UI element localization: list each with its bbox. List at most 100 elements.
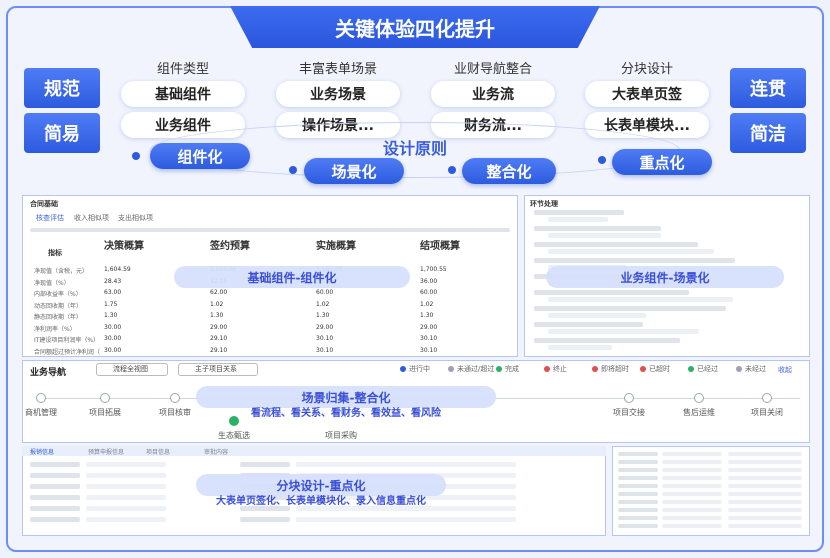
step-line [534,338,680,343]
list-col [728,468,802,472]
list-col [728,492,802,496]
step-detail [548,217,608,222]
right-label-coherent: 连贯 [730,68,806,108]
table-cell: 29.00 [420,323,438,331]
flow-node-label: 项目拓展 [89,408,121,417]
project-relation-button[interactable]: 主子项目关系 [178,363,258,376]
table-cell: 1.02 [420,300,434,308]
table-cell: 63.00 [104,289,122,296]
flow-node-icon [694,393,704,403]
col-completion: 结项概算 [420,241,460,252]
field-label [30,462,80,467]
legend-label: 终止 [553,365,567,373]
tab-income[interactable]: 收入相似项 [74,213,109,223]
table-cell: 1.75 [104,300,118,308]
table-cell: 30.10 [316,335,334,342]
overlay-business: 业务组件-场景化 [546,266,784,288]
legend-dot [736,366,742,372]
row-label: 净利润率（%） [34,325,76,333]
legend-label: 已经过 [697,365,718,373]
overlay-scene-subtitle: 看流程、看关系、看财务、看效益、看风险 [251,408,441,419]
legend-label: 即将超时 [601,365,629,373]
table-cell: 29.00 [210,323,228,331]
field-input[interactable] [86,495,166,500]
field-label [30,484,80,489]
category-label-block: 分块设计 [620,62,673,77]
basic-panel-header: 合同基础 [30,200,58,208]
table-cell: 29.10 [210,346,228,354]
field-label [240,517,290,522]
field-input[interactable] [296,462,516,467]
design-principle-label: 设计原则 [382,139,447,158]
field-input[interactable] [86,517,166,522]
list-col [618,460,658,464]
list-col [728,500,802,504]
flow-node-icon [170,393,180,403]
list-col [728,452,802,456]
right-label-concise: 简洁 [730,113,806,153]
list-col [662,452,722,456]
step-detail [548,329,699,334]
step-line [534,290,689,295]
list-col [618,492,658,496]
legend-dot [448,366,454,372]
list-col [662,508,722,512]
field-label [30,495,80,500]
table-cell: 1.30 [104,312,118,319]
list-col [662,468,722,472]
flow-node-label: 售后运维 [683,408,715,417]
principle-focus: 重点化 [612,149,712,175]
table-cell: 1.30 [210,312,224,319]
form-tab[interactable]: 报销信息 [30,447,54,456]
row-label: IT建设项目利润率（%） [34,337,100,344]
pill-basic-component: 基础组件 [121,81,245,107]
list-col [728,524,802,528]
form-tab[interactable]: 项目信息 [146,447,170,456]
field-input[interactable] [86,462,166,467]
table-cell: 30.00 [104,346,122,354]
overlay-block-subtitle: 大表单页签化、长表单模块化、录入信息重点化 [216,496,426,507]
legend-label: 已超时 [649,365,670,373]
list-col [662,524,722,528]
table-cell: 28.43 [104,277,122,285]
table-cell: 1.30 [316,312,330,319]
filter-bar [30,228,510,232]
step-line [534,322,643,327]
collapse-link[interactable]: 收起 [778,365,792,375]
step-line [534,242,698,247]
branch-node-label: 项目采购 [325,431,357,440]
form-tab[interactable]: 预算申报信息 [88,447,124,456]
tab-expense[interactable]: 支出相似项 [118,213,153,223]
table-cell: 60.00 [420,289,438,296]
field-input[interactable] [86,473,166,478]
list-col [728,508,802,512]
list-col [618,452,658,456]
field-label [30,506,80,511]
table-cell: 29.00 [316,323,334,331]
table-cell: 30.10 [316,346,334,354]
field-input[interactable] [296,517,516,522]
category-label-scene: 丰富表单场景 [298,62,377,77]
legend-dot [400,366,406,372]
principle-dot [132,152,140,160]
step-line [534,258,735,263]
field-input[interactable] [86,484,166,489]
process-overview-button[interactable]: 流程全视图 [96,363,168,376]
list-col [618,476,658,480]
row-label: 静态回收期（年） [34,314,83,321]
field-input[interactable] [86,506,166,511]
category-label-component: 组件类型 [156,62,209,77]
flow-node-icon [100,393,110,403]
form-tab[interactable]: 审批内容 [204,447,228,456]
table-cell: 30.00 [104,335,122,342]
table-cell: 1.02 [210,300,224,308]
legend-label: 进行中 [409,365,430,373]
list-col [728,516,802,520]
row-label: 合同额超过预计净利润（%） [34,348,100,356]
flow-node-icon [762,393,772,403]
table-cell: 30.10 [420,346,438,354]
legend-label: 完成 [505,365,519,373]
list-col [728,484,802,488]
tab-assessment[interactable]: 核查评估 [36,213,64,223]
list-col [618,508,658,512]
